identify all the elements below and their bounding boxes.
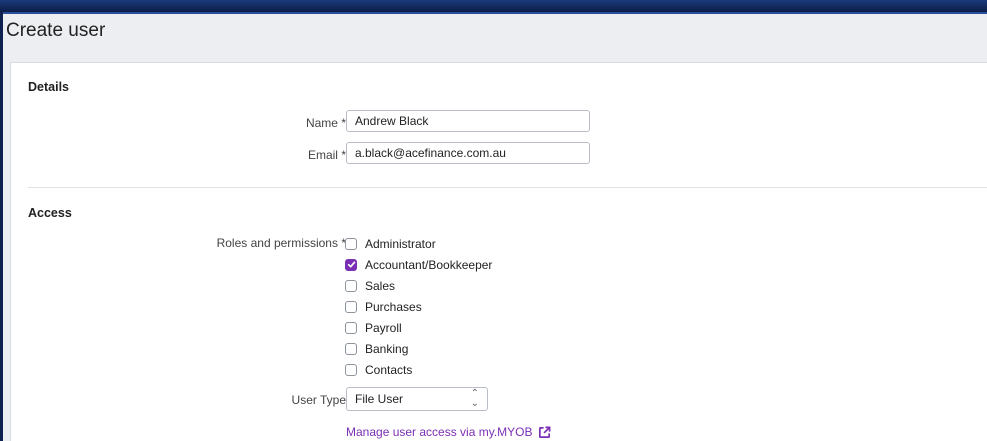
name-input[interactable]: [346, 110, 590, 132]
external-link-icon: [538, 426, 550, 438]
roles-label-text: Roles and permissions: [216, 236, 338, 250]
role-accountant-bookkeeper[interactable]: Accountant/Bookkeeper: [345, 254, 492, 275]
role-purchases[interactable]: Purchases: [345, 296, 492, 317]
role-contacts[interactable]: Contacts: [345, 359, 492, 380]
role-administrator[interactable]: Administrator: [345, 233, 492, 254]
roles-checklist: Administrator Accountant/Bookkeeper Sale…: [345, 233, 492, 380]
page-title: Create user: [6, 20, 106, 41]
email-label: Email *: [308, 148, 346, 162]
manage-link-text: Manage user access via my.MYOB: [346, 425, 533, 439]
checkbox[interactable]: [345, 321, 357, 334]
manage-user-access-link[interactable]: Manage user access via my.MYOB: [346, 425, 551, 439]
role-label: Contacts: [365, 362, 413, 377]
name-label: Name *: [306, 116, 346, 130]
access-section-title: Access: [28, 206, 72, 220]
role-payroll[interactable]: Payroll: [345, 317, 492, 338]
user-type-select[interactable]: File User ⌃ ⌄: [346, 387, 488, 411]
checkbox[interactable]: [345, 342, 357, 355]
email-label-text: Email: [307, 148, 338, 162]
section-divider: [28, 187, 987, 188]
role-sales[interactable]: Sales: [345, 275, 492, 296]
user-type-label: User Type: [291, 393, 346, 407]
updown-chevron-icon: ⌃ ⌄: [470, 388, 479, 409]
role-label: Sales: [365, 278, 396, 293]
checkbox-checked[interactable]: [345, 258, 357, 271]
create-user-form: Details Name * Email * Access Roles and …: [10, 62, 987, 441]
user-type-value: File User: [355, 392, 404, 406]
checkbox[interactable]: [345, 279, 357, 292]
checkbox[interactable]: [345, 300, 357, 313]
role-label: Banking: [365, 341, 409, 356]
window-top-strip: [0, 0, 987, 12]
role-label: Accountant/Bookkeeper: [365, 257, 493, 272]
checkmark-icon: [347, 261, 355, 268]
checkbox[interactable]: [345, 237, 357, 250]
role-banking[interactable]: Banking: [345, 338, 492, 359]
roles-label: Roles and permissions *: [217, 236, 346, 250]
role-label: Purchases: [365, 299, 422, 314]
role-label: Administrator: [365, 236, 436, 251]
role-label: Payroll: [365, 320, 402, 335]
name-label-text: Name: [305, 116, 338, 130]
checkbox[interactable]: [345, 363, 357, 376]
email-input[interactable]: [346, 142, 590, 164]
details-section-title: Details: [28, 80, 69, 94]
